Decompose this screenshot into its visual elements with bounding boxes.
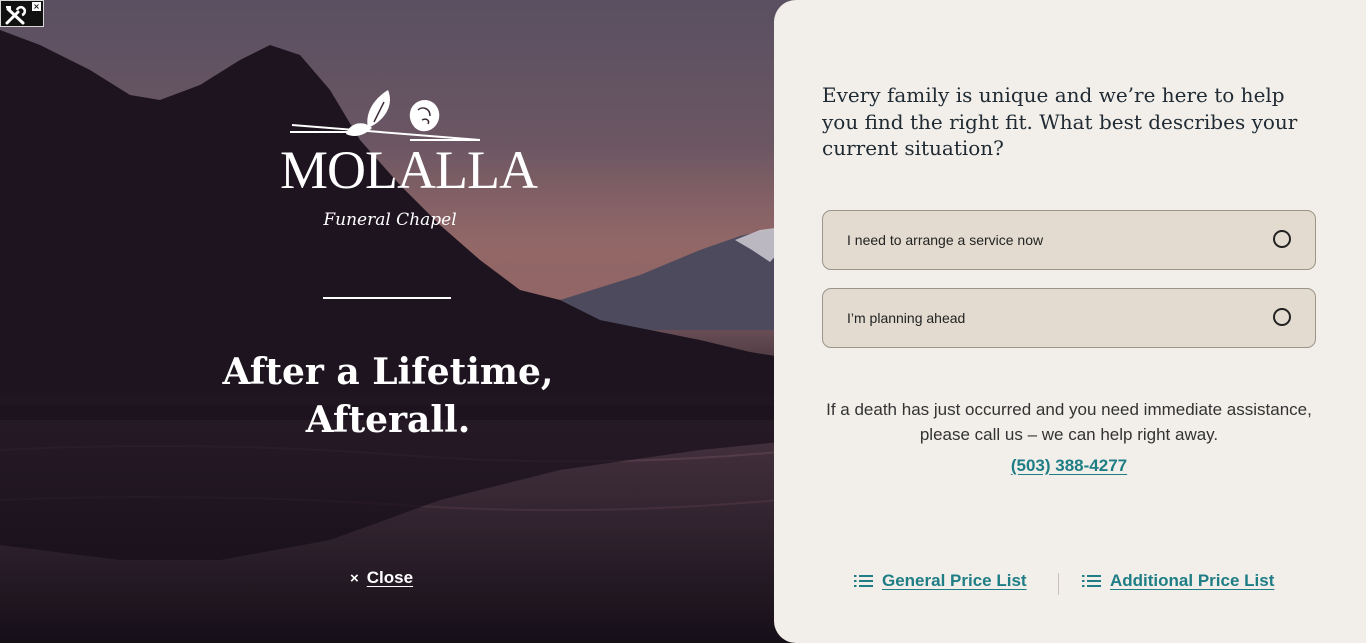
general-price-list-link[interactable]: General Price List (854, 571, 1027, 591)
price-list-links: General Price List Additional Price List (854, 571, 1294, 597)
option-planning-ahead[interactable]: I’m planning ahead (822, 288, 1316, 348)
list-icon (854, 575, 873, 587)
close-icon: × (350, 569, 359, 587)
links-divider (1058, 573, 1059, 595)
option-label: I’m planning ahead (847, 310, 966, 326)
toolbar-widget[interactable]: × (0, 0, 44, 27)
tagline-line-1: After a Lifetime, (222, 351, 554, 393)
hero-divider (323, 297, 451, 299)
molalla-logo: MOLALLA Funeral Chapel (280, 88, 538, 248)
close-label: Close (366, 568, 414, 587)
option-label: I need to arrange a service now (847, 232, 1044, 248)
logo-subtitle: Funeral Chapel (323, 210, 457, 230)
list-icon (1082, 575, 1101, 587)
close-button[interactable]: × Close (350, 566, 413, 590)
immediate-assistance-notice: If a death has just occurred and you nee… (826, 400, 1312, 444)
additional-price-list-label: Additional Price List (1110, 571, 1275, 590)
situation-question: Every family is unique and we’re here to… (822, 83, 1298, 160)
selection-panel: Every family is unique and we’re here to… (774, 0, 1366, 643)
additional-price-list-link[interactable]: Additional Price List (1082, 571, 1274, 591)
general-price-list-label: General Price List (882, 571, 1027, 590)
radio-unchecked-icon[interactable] (1273, 308, 1291, 326)
hero-tagline: After a Lifetime, Afterall. (188, 348, 588, 444)
hero-background: × MOLALLA Funeral Chapel After a Lifetim… (0, 0, 800, 643)
tagline-line-2: Afterall. (305, 399, 471, 441)
rose-icon (290, 90, 481, 141)
phone-link[interactable]: (503) 388-4277 (822, 456, 1316, 476)
close-widget-icon[interactable]: × (32, 2, 41, 11)
logo-wordmark: MOLALLA (280, 140, 538, 200)
tools-icon (5, 5, 27, 25)
option-arrange-service-now[interactable]: I need to arrange a service now (822, 210, 1316, 270)
radio-unchecked-icon[interactable] (1273, 230, 1291, 248)
